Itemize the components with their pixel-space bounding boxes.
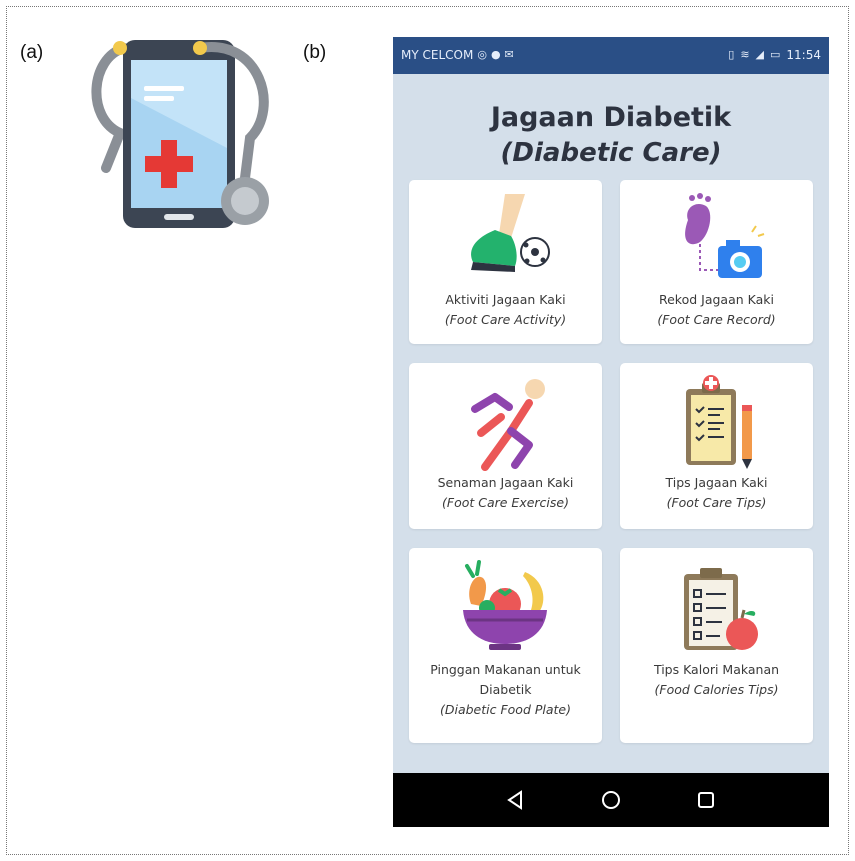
page-subtitle: (Diabetic Care) (500, 138, 722, 168)
medical-phone-app-icon (91, 40, 269, 228)
fruit-bowl-icon (463, 560, 547, 650)
back-triangle-icon[interactable] (501, 785, 531, 815)
figure-label-b: (b) (303, 42, 327, 63)
menu-card-foot-care-activity[interactable]: Aktiviti Jagaan Kaki (Foot Care Activity… (409, 180, 602, 344)
card-subtitle: (Foot Care Activity) (444, 312, 567, 327)
wifi-icon: ≋ (740, 48, 750, 61)
card-label: Senaman Jagaan Kaki (Foot Care Exercise) (415, 473, 596, 513)
card-title: Rekod Jagaan Kaki (658, 292, 774, 307)
card-label: Rekod Jagaan Kaki (Foot Care Record) (626, 290, 807, 330)
card-subtitle: (Foot Care Tips) (666, 495, 767, 510)
card-subtitle: (Food Calories Tips) (654, 682, 779, 697)
card-title: Tips Jagaan Kaki (665, 475, 768, 490)
card-label: Tips Kalori Makanan (Food Calories Tips) (626, 660, 807, 700)
card-title: Tips Kalori Makanan (653, 662, 780, 677)
medical-clipboard-icon (686, 375, 752, 469)
menu-card-foot-care-record[interactable]: Rekod Jagaan Kaki (Foot Care Record) (620, 180, 813, 344)
card-subtitle: (Foot Care Record) (657, 312, 776, 327)
running-person-icon (471, 379, 545, 471)
signal-icon: ◢ (755, 48, 764, 61)
card-label: Tips Jagaan Kaki (Foot Care Tips) (626, 473, 807, 513)
soccer-kick-icon (471, 194, 550, 272)
whatsapp-icon: ◎ (477, 48, 487, 61)
card-title-line2: Diabetik (479, 682, 532, 697)
card-title: Pinggan Makanan untuk (430, 662, 581, 677)
checklist-apple-icon (684, 568, 758, 650)
mail-icon: ✉ (504, 48, 514, 61)
status-time: 11:54 (786, 48, 821, 62)
card-title: Senaman Jagaan Kaki (437, 475, 574, 490)
battery-icon: ▭ (770, 48, 781, 61)
phone-screen: MY CELCOM ◎ ● ✉ ▯ ≋ ◢ ▭ 11:54 Jagaan Dia… (393, 37, 829, 827)
page-title: Jagaan Diabetik (490, 102, 732, 133)
recents-square-icon[interactable] (691, 785, 721, 815)
menu-card-food-calories-tips[interactable]: Tips Kalori Makanan (Food Calories Tips) (620, 548, 813, 743)
menu-card-foot-care-tips[interactable]: Tips Jagaan Kaki (Foot Care Tips) (620, 363, 813, 529)
card-label: Pinggan Makanan untuk Diabetik (Diabetic… (415, 660, 596, 720)
menu-card-diabetic-food-plate[interactable]: Pinggan Makanan untuk Diabetik (Diabetic… (409, 548, 602, 743)
footprint-camera-icon (685, 193, 765, 278)
menu-card-foot-care-exercise[interactable]: Senaman Jagaan Kaki (Foot Care Exercise) (409, 363, 602, 529)
carrier-name: MY CELCOM (401, 48, 474, 62)
card-subtitle: (Diabetic Food Plate) (439, 702, 571, 717)
home-circle-icon[interactable] (596, 785, 626, 815)
vibrate-icon: ▯ (728, 48, 735, 61)
android-nav-bar (393, 773, 829, 827)
figure-label-a: (a) (20, 42, 44, 63)
notification-dot-icon: ● (490, 48, 501, 61)
card-label: Aktiviti Jagaan Kaki (Foot Care Activity… (415, 290, 596, 330)
status-bar: MY CELCOM ◎ ● ✉ ▯ ≋ ◢ ▭ 11:54 (393, 37, 829, 74)
card-subtitle: (Foot Care Exercise) (442, 495, 569, 510)
card-title: Aktiviti Jagaan Kaki (445, 292, 566, 307)
